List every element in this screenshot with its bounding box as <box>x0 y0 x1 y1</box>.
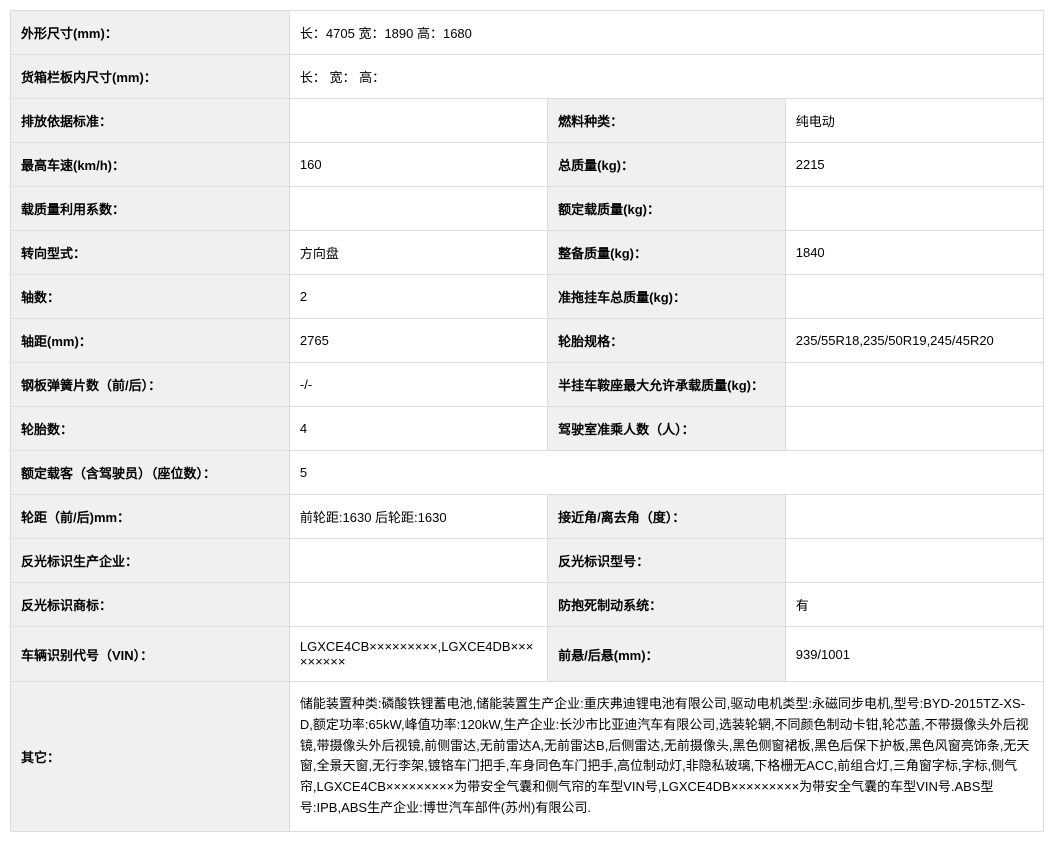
tire-count-label: 轮胎数： <box>11 407 290 451</box>
refl-model-label: 反光标识型号： <box>548 539 786 583</box>
overhang-value: 939/1001 <box>785 627 1043 682</box>
saddle-label: 半挂车鞍座最大允许承载质量(kg)： <box>548 363 786 407</box>
gross-label: 总质量(kg)： <box>548 143 786 187</box>
table-row: 轴数： 2 准拖挂车总质量(kg)： <box>11 275 1044 319</box>
table-row: 货箱栏板内尺寸(mm)： 长： 宽： 高： <box>11 55 1044 99</box>
gross-value: 2215 <box>785 143 1043 187</box>
abs-label: 防抱死制动系统： <box>548 583 786 627</box>
tire-count-value: 4 <box>289 407 547 451</box>
tire-spec-label: 轮胎规格： <box>548 319 786 363</box>
rated-load-label: 额定载质量(kg)： <box>548 187 786 231</box>
approach-label: 接近角/离去角（度）： <box>548 495 786 539</box>
curb-value: 1840 <box>785 231 1043 275</box>
track-value: 前轮距:1630 后轮距:1630 <box>289 495 547 539</box>
axle-label: 轴数： <box>11 275 290 319</box>
spring-label: 钢板弹簧片数（前/后）： <box>11 363 290 407</box>
wheelbase-label: 轴距(mm)： <box>11 319 290 363</box>
table-row: 反光标识商标： 防抱死制动系统： 有 <box>11 583 1044 627</box>
saddle-value <box>785 363 1043 407</box>
cargo-value: 长： 宽： 高： <box>289 55 1043 99</box>
abs-value: 有 <box>785 583 1043 627</box>
load-coef-value <box>289 187 547 231</box>
speed-value: 160 <box>289 143 547 187</box>
refl-tm-value <box>289 583 547 627</box>
vehicle-spec-table: 外形尺寸(mm)： 长：4705 宽：1890 高：1680 货箱栏板内尺寸(m… <box>10 10 1044 832</box>
cab-value <box>785 407 1043 451</box>
table-row: 最高车速(km/h)： 160 总质量(kg)： 2215 <box>11 143 1044 187</box>
steering-value: 方向盘 <box>289 231 547 275</box>
refl-mfr-value <box>289 539 547 583</box>
other-value: 储能装置种类:磷酸铁锂蓄电池,储能装置生产企业:重庆弗迪锂电池有限公司,驱动电机… <box>289 682 1043 832</box>
table-row: 排放依据标准： 燃料种类： 纯电动 <box>11 99 1044 143</box>
trailer-label: 准拖挂车总质量(kg)： <box>548 275 786 319</box>
table-row: 外形尺寸(mm)： 长：4705 宽：1890 高：1680 <box>11 11 1044 55</box>
rated-load-value <box>785 187 1043 231</box>
table-row: 反光标识生产企业： 反光标识型号： <box>11 539 1044 583</box>
table-row: 轴距(mm)： 2765 轮胎规格： 235/55R18,235/50R19,2… <box>11 319 1044 363</box>
cargo-label: 货箱栏板内尺寸(mm)： <box>11 55 290 99</box>
curb-label: 整备质量(kg)： <box>548 231 786 275</box>
table-row: 轮距（前/后)mm： 前轮距:1630 后轮距:1630 接近角/离去角（度）： <box>11 495 1044 539</box>
tire-spec-value: 235/55R18,235/50R19,245/45R20 <box>785 319 1043 363</box>
table-row: 轮胎数： 4 驾驶室准乘人数（人）： <box>11 407 1044 451</box>
table-row: 车辆识别代号（VIN）： LGXCE4CB×××××××××,LGXCE4DB×… <box>11 627 1044 682</box>
dim-label: 外形尺寸(mm)： <box>11 11 290 55</box>
fuel-value: 纯电动 <box>785 99 1043 143</box>
emission-value <box>289 99 547 143</box>
table-row: 其它： 储能装置种类:磷酸铁锂蓄电池,储能装置生产企业:重庆弗迪锂电池有限公司,… <box>11 682 1044 832</box>
refl-tm-label: 反光标识商标： <box>11 583 290 627</box>
vin-label: 车辆识别代号（VIN）： <box>11 627 290 682</box>
steering-label: 转向型式： <box>11 231 290 275</box>
other-label: 其它： <box>11 682 290 832</box>
refl-model-value <box>785 539 1043 583</box>
passenger-label: 额定载客（含驾驶员）（座位数）： <box>11 451 290 495</box>
dim-value: 长：4705 宽：1890 高：1680 <box>289 11 1043 55</box>
table-row: 钢板弹簧片数（前/后）： -/- 半挂车鞍座最大允许承载质量(kg)： <box>11 363 1044 407</box>
approach-value <box>785 495 1043 539</box>
table-row: 载质量利用系数： 额定载质量(kg)： <box>11 187 1044 231</box>
speed-label: 最高车速(km/h)： <box>11 143 290 187</box>
wheelbase-value: 2765 <box>289 319 547 363</box>
table-row: 额定载客（含驾驶员）（座位数）： 5 <box>11 451 1044 495</box>
passenger-value: 5 <box>289 451 1043 495</box>
fuel-label: 燃料种类： <box>548 99 786 143</box>
track-label: 轮距（前/后)mm： <box>11 495 290 539</box>
refl-mfr-label: 反光标识生产企业： <box>11 539 290 583</box>
load-coef-label: 载质量利用系数： <box>11 187 290 231</box>
trailer-value <box>785 275 1043 319</box>
overhang-label: 前悬/后悬(mm)： <box>548 627 786 682</box>
cab-label: 驾驶室准乘人数（人）： <box>548 407 786 451</box>
axle-value: 2 <box>289 275 547 319</box>
emission-label: 排放依据标准： <box>11 99 290 143</box>
vin-value: LGXCE4CB×××××××××,LGXCE4DB××××××××× <box>289 627 547 682</box>
spring-value: -/- <box>289 363 547 407</box>
table-row: 转向型式： 方向盘 整备质量(kg)： 1840 <box>11 231 1044 275</box>
